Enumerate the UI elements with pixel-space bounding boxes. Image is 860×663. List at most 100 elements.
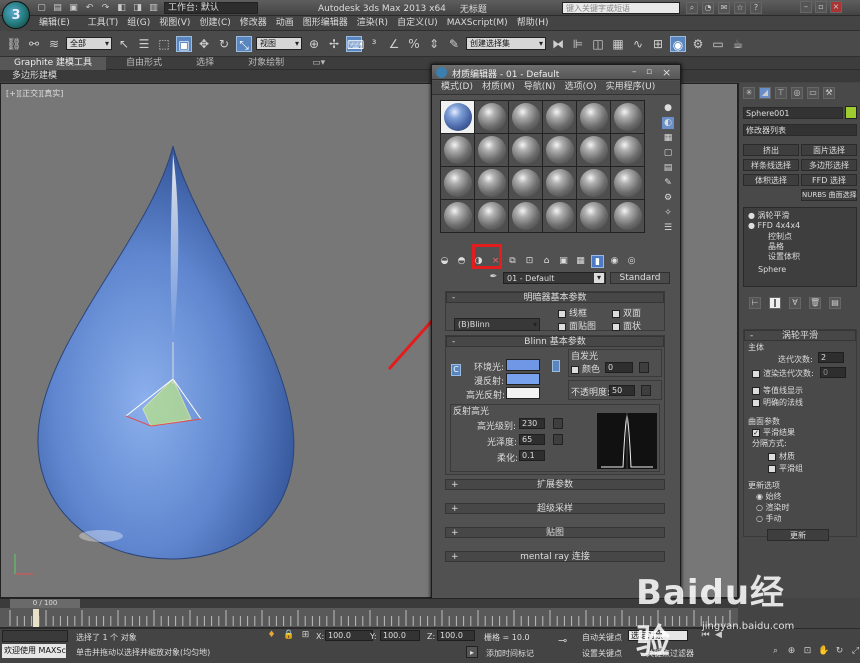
- modify-tab-icon[interactable]: ◢: [759, 87, 771, 99]
- make-preview-icon[interactable]: ✎: [662, 177, 674, 189]
- menu-edit[interactable]: 编辑(E): [30, 16, 70, 30]
- material-id-icon[interactable]: ▣: [557, 255, 570, 268]
- tab-object-paint[interactable]: 对象绘制: [228, 57, 298, 70]
- edit-named-selection-icon[interactable]: ✎: [446, 36, 462, 52]
- add-time-tag-button[interactable]: 添加时间标记: [486, 648, 534, 659]
- sample-slot[interactable]: [611, 167, 644, 199]
- stack-item-ffd[interactable]: ● FFD 4x4x4: [748, 221, 800, 230]
- sample-slot[interactable]: [543, 101, 576, 133]
- make-unique-stack-icon[interactable]: ∀: [789, 297, 801, 309]
- menu-maxscript[interactable]: MAXScript(M): [438, 16, 508, 30]
- manipulate-icon[interactable]: ✢: [326, 36, 342, 52]
- hierarchy-tab-icon[interactable]: ⊤: [775, 87, 787, 99]
- show-end-result-stack-icon[interactable]: ‖: [769, 297, 781, 309]
- mirror-icon[interactable]: ⧓: [550, 36, 566, 52]
- workspace-dropdown[interactable]: 工作台: 默认: [164, 2, 258, 14]
- sample-slot[interactable]: [441, 134, 474, 166]
- spline-select-button[interactable]: 样条线选择: [743, 159, 799, 171]
- maps-rollup[interactable]: + 贴图: [445, 527, 665, 538]
- menu-create[interactable]: 创建(C): [190, 16, 230, 30]
- menu-group[interactable]: 组(G): [118, 16, 150, 30]
- bind-space-warp-icon[interactable]: ≋: [46, 36, 62, 52]
- blinn-basic-params-rollup[interactable]: - Blinn 基本参数: [446, 336, 664, 347]
- put-to-scene-icon[interactable]: ◓: [455, 255, 468, 268]
- menu-graph-editors[interactable]: 图形编辑器: [294, 16, 348, 30]
- sample-slot[interactable]: [475, 167, 508, 199]
- minimize-icon[interactable]: –: [800, 1, 812, 13]
- absolute-mode-icon[interactable]: ⊞: [300, 630, 311, 641]
- snaps-toggle-icon[interactable]: ³: [366, 36, 382, 52]
- nurbs-surface-select-button[interactable]: NURBS 曲面选择: [801, 189, 857, 201]
- select-link-icon[interactable]: ⛓: [6, 36, 22, 52]
- video-color-check-icon[interactable]: ▤: [662, 162, 674, 174]
- update-when-rendering-radio[interactable]: ○ 渲染时: [756, 502, 790, 513]
- water-drop-mesh[interactable]: [37, 145, 295, 560]
- material-type-button[interactable]: Standard: [610, 271, 670, 284]
- display-tab-icon[interactable]: ▭: [807, 87, 819, 99]
- render-production-icon[interactable]: ☕: [730, 36, 746, 52]
- diffuse-color-swatch[interactable]: [506, 373, 540, 385]
- go-to-parent-icon[interactable]: ◉: [608, 255, 621, 268]
- select-by-material-icon[interactable]: ✧: [662, 207, 674, 219]
- pivot-center-icon[interactable]: ⊕: [306, 36, 322, 52]
- communication-icon[interactable]: ✉: [718, 2, 730, 14]
- pan-icon[interactable]: ✋: [818, 646, 829, 657]
- separate-materials-checkbox[interactable]: 材质: [768, 451, 795, 462]
- redo-icon[interactable]: ↷: [100, 3, 111, 14]
- faceted-checkbox[interactable]: 面状: [612, 319, 641, 332]
- motion-tab-icon[interactable]: ◎: [791, 87, 803, 99]
- diffuse-map-button[interactable]: [552, 360, 560, 372]
- sample-slot[interactable]: [611, 134, 644, 166]
- material-editor-icon[interactable]: ◉: [670, 35, 686, 52]
- self-illum-map-button[interactable]: [639, 362, 649, 373]
- get-material-icon[interactable]: ◒: [438, 255, 451, 268]
- render-iters-checkbox-box[interactable]: [752, 369, 760, 378]
- sample-slot[interactable]: [611, 200, 644, 232]
- isoline-checkbox-box[interactable]: [752, 386, 760, 395]
- shader-type-dropdown[interactable]: (B)Blinn: [454, 318, 540, 331]
- backlight-icon[interactable]: ◐: [662, 117, 674, 129]
- move-icon[interactable]: ✥: [196, 36, 212, 52]
- faceted-checkbox-box[interactable]: [612, 322, 620, 331]
- sample-slot[interactable]: [577, 134, 610, 166]
- rotate-icon[interactable]: ↻: [216, 36, 232, 52]
- rect-selection-icon[interactable]: ⬚: [156, 36, 172, 52]
- two-sided-checkbox-box[interactable]: [612, 309, 620, 318]
- new-file-icon[interactable]: ▢: [36, 3, 47, 14]
- separate-materials-checkbox-box[interactable]: [768, 452, 776, 461]
- track-bar[interactable]: [0, 608, 738, 628]
- material-name-field[interactable]: 01 - Default: [503, 271, 606, 284]
- smooth-result-checkbox-box[interactable]: ✓: [752, 428, 760, 437]
- select-by-name-icon[interactable]: ☰: [136, 36, 152, 52]
- soften-spinner[interactable]: 0.1: [519, 450, 545, 461]
- mat-menu-navigation[interactable]: 导航(N): [515, 81, 556, 94]
- mat-menu-options[interactable]: 选项(O): [556, 81, 597, 94]
- configure-modifier-sets-icon[interactable]: ▤: [829, 297, 841, 309]
- sample-slot[interactable]: [577, 200, 610, 232]
- help-icon[interactable]: ?: [750, 2, 762, 14]
- sample-slot[interactable]: [509, 101, 542, 133]
- time-tag-icon[interactable]: ▸: [466, 646, 478, 658]
- graphite-toggle-icon[interactable]: ▦: [610, 36, 626, 52]
- hold-icon[interactable]: ◧: [116, 3, 127, 14]
- shader-basic-params-rollup[interactable]: - 明暗器基本参数: [446, 292, 664, 303]
- explicit-normals-checkbox-box[interactable]: [752, 398, 760, 407]
- modifier-list-dropdown[interactable]: 修改器列表: [743, 124, 857, 136]
- isolate-icon[interactable]: ♦: [266, 630, 277, 641]
- separate-smoothing-groups-checkbox-box[interactable]: [768, 464, 776, 473]
- current-frame-marker[interactable]: [33, 609, 39, 627]
- percent-snap-icon[interactable]: %: [406, 36, 422, 52]
- iterations-spinner[interactable]: 2: [818, 352, 844, 363]
- wire-checkbox[interactable]: 线框: [558, 306, 587, 319]
- sample-slot[interactable]: [543, 200, 576, 232]
- ffd-select-button[interactable]: FFD 选择: [801, 174, 857, 186]
- material-editor-titlebar[interactable]: 材质编辑器 - 01 - Default – ▫ ×: [432, 65, 680, 80]
- save-file-icon[interactable]: ▣: [68, 3, 79, 14]
- search-input[interactable]: 键入关键字或短语: [562, 2, 680, 14]
- curve-editor-icon[interactable]: ∿: [630, 36, 646, 52]
- open-file-icon[interactable]: ▤: [52, 3, 63, 14]
- smooth-result-checkbox[interactable]: ✓ 平滑结果: [752, 427, 795, 438]
- mat-menu-modes[interactable]: 模式(D): [432, 81, 473, 94]
- y-coordinate-field[interactable]: 100.0: [380, 630, 420, 641]
- selection-lock-icon[interactable]: 🔒: [283, 630, 294, 641]
